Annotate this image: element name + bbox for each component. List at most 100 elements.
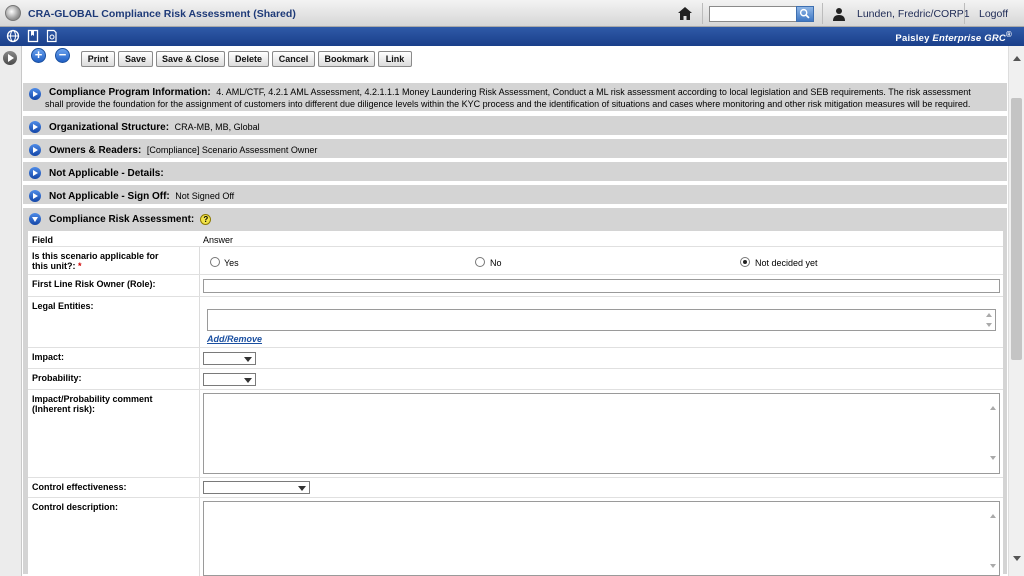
radio-no[interactable] xyxy=(475,257,485,267)
owners-readers-title: Owners & Readers xyxy=(49,145,138,156)
cra-title: Compliance Risk Assessment xyxy=(49,214,191,226)
section-title: Compliance Program Information: 4. AML/C… xyxy=(49,87,971,98)
control-effectiveness-select[interactable] xyxy=(203,481,310,494)
print-button[interactable]: Print xyxy=(81,51,115,67)
radio-no-label: No xyxy=(490,258,502,268)
section-program-info[interactable]: Compliance Program Information: 4. AML/C… xyxy=(23,83,1007,113)
section-na-signoff[interactable]: Not Applicable - Sign Off: Not Signed Of… xyxy=(23,185,1007,206)
form-row-first-line-owner: First Line Risk Owner (Role): xyxy=(28,275,1003,297)
remove-button[interactable]: − xyxy=(55,48,70,63)
section-org-structure[interactable]: Organizational Structure: CRA-MB, MB, Gl… xyxy=(23,116,1007,137)
help-icon[interactable]: ? xyxy=(200,214,212,225)
column-header-field: Field xyxy=(32,235,54,245)
scroll-up-icon[interactable] xyxy=(1013,56,1021,61)
expand-section-icon[interactable] xyxy=(29,190,41,202)
section-title: Organizational Structure: CRA-MB, MB, Gl… xyxy=(49,122,260,133)
column-divider xyxy=(199,390,200,477)
form-row-probability: Probability: xyxy=(28,369,1003,390)
legal-entities-field[interactable] xyxy=(207,309,996,331)
radio-not-decided-label: Not decided yet xyxy=(755,258,818,268)
document-search-icon[interactable] xyxy=(45,29,59,43)
form-row-legal-entities: Legal Entities: Add/Remove xyxy=(28,297,1003,348)
app-logo-icon xyxy=(5,5,21,21)
control-description-label: Control description: xyxy=(32,502,118,512)
applicable-label: Is this scenario applicable for this uni… xyxy=(32,251,192,271)
na-signoff-title: Not Applicable - Sign Off xyxy=(49,191,167,202)
expand-section-icon[interactable] xyxy=(29,121,41,133)
bookmark-icon[interactable] xyxy=(26,29,40,43)
form-row-control-effectiveness: Control effectiveness: xyxy=(28,478,1003,498)
column-divider xyxy=(199,348,200,368)
expand-section-icon[interactable] xyxy=(29,144,41,156)
globe-icon[interactable] xyxy=(6,29,20,43)
cancel-button[interactable]: Cancel xyxy=(272,51,315,67)
program-info-value-line1: 4. AML/CTF, 4.2.1 AML Assessment, 4.2.1.… xyxy=(216,87,971,97)
scroll-up-icon xyxy=(990,406,996,410)
section-owners-readers[interactable]: Owners & Readers: [Compliance] Scenario … xyxy=(23,139,1007,160)
save-close-button[interactable]: Save & Close xyxy=(156,51,225,67)
toolbar-separator xyxy=(702,3,703,24)
search-input[interactable] xyxy=(709,6,797,22)
radio-yes-label: Yes xyxy=(224,258,239,268)
column-divider xyxy=(199,297,200,347)
scroll-up-icon xyxy=(986,313,992,317)
add-remove-link[interactable]: Add/Remove xyxy=(207,334,262,344)
program-info-title: Compliance Program Information xyxy=(49,87,208,98)
column-divider xyxy=(199,498,200,576)
org-structure-title: Organizational Structure xyxy=(49,122,166,133)
column-divider xyxy=(199,275,200,296)
form-row-control-description: Control description: xyxy=(28,498,1003,576)
section-title: Not Applicable - Details: xyxy=(49,168,164,179)
user-icon xyxy=(833,8,845,21)
vertical-scrollbar[interactable] xyxy=(1008,46,1024,576)
home-icon[interactable] xyxy=(677,6,693,21)
search-icon xyxy=(799,8,810,19)
applicable-label-line1: Is this scenario applicable for xyxy=(32,251,159,261)
radio-yes[interactable] xyxy=(210,257,220,267)
expand-nav-icon[interactable] xyxy=(3,51,17,65)
required-mark: * xyxy=(78,261,82,271)
section-title: Not Applicable - Sign Off: Not Signed Of… xyxy=(49,191,235,202)
link-button[interactable]: Link xyxy=(378,51,412,67)
scroll-down-icon[interactable] xyxy=(1013,556,1021,561)
impact-select[interactable] xyxy=(203,352,256,365)
na-signoff-value: Not Signed Off xyxy=(175,191,235,201)
control-effectiveness-label: Control effectiveness: xyxy=(32,482,127,492)
section-title: Owners & Readers: [Compliance] Scenario … xyxy=(49,145,318,156)
impact-label: Impact: xyxy=(32,352,65,362)
legal-entities-label: Legal Entities: xyxy=(32,301,94,311)
user-name[interactable]: Lunden, Fredric/CORP1 xyxy=(857,8,970,20)
logoff-link[interactable]: Logoff xyxy=(979,8,1008,20)
column-divider xyxy=(199,369,200,389)
scroll-down-icon xyxy=(990,456,996,460)
probability-select[interactable] xyxy=(203,373,256,386)
search-button[interactable] xyxy=(796,6,814,22)
section-na-details[interactable]: Not Applicable - Details: xyxy=(23,162,1007,183)
app-header-bar: Paisley Enterprise GRC® xyxy=(0,27,1024,46)
title-bar: CRA-GLOBAL Compliance Risk Assessment (S… xyxy=(0,0,1024,27)
window-title: CRA-GLOBAL Compliance Risk Assessment (S… xyxy=(28,8,296,20)
form-header-row: Field Answer xyxy=(28,231,1003,247)
form-row-impact-probability-comment: Impact/Probability comment (Inherent ris… xyxy=(28,390,1003,478)
scroll-down-icon xyxy=(990,564,996,568)
control-description-field[interactable] xyxy=(203,501,1000,576)
delete-button[interactable]: Delete xyxy=(228,51,269,67)
collapse-section-icon[interactable] xyxy=(29,213,41,225)
brand-label: Paisley Enterprise GRC® xyxy=(895,30,1012,45)
column-header-answer: Answer xyxy=(203,235,234,245)
program-info-value-line2: shall provide the foundation for the ass… xyxy=(45,99,971,109)
add-button[interactable]: + xyxy=(31,48,46,63)
first-line-owner-field[interactable] xyxy=(203,279,1000,293)
column-divider xyxy=(199,478,200,497)
owners-readers-value: [Compliance] Scenario Assessment Owner xyxy=(146,145,318,155)
applicable-label-line2: this unit?: xyxy=(32,261,76,271)
save-button[interactable]: Save xyxy=(118,51,153,67)
expand-section-icon[interactable] xyxy=(29,88,41,100)
scrollbar-thumb[interactable] xyxy=(1011,98,1022,360)
probability-label: Probability: xyxy=(32,373,82,383)
left-nav-strip xyxy=(0,46,22,576)
expand-section-icon[interactable] xyxy=(29,167,41,179)
impact-probability-comment-field[interactable] xyxy=(203,393,1000,474)
radio-not-decided[interactable] xyxy=(740,257,750,267)
bookmark-button[interactable]: Bookmark xyxy=(318,51,375,67)
